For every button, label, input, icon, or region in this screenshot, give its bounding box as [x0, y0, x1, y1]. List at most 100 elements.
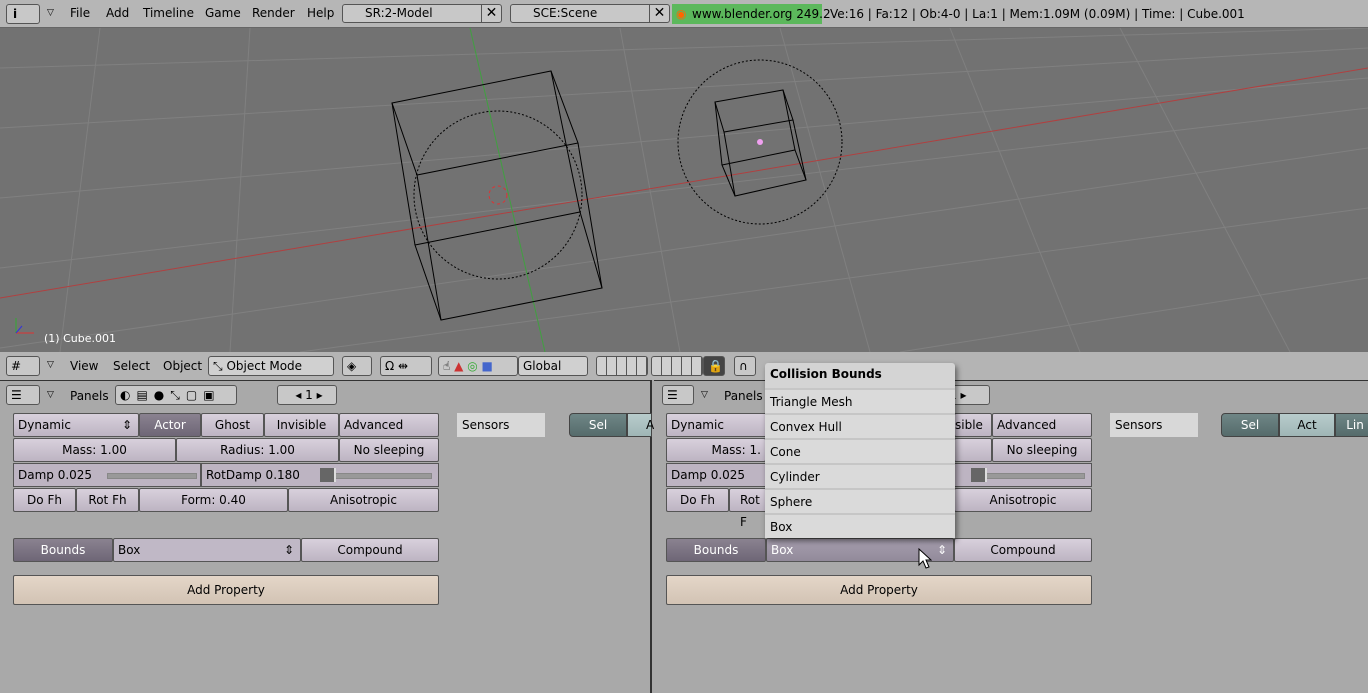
scene-selector[interactable]: SCE:Scene ✕ [510, 4, 670, 23]
layer-buttons[interactable] [651, 356, 703, 376]
menu-render[interactable]: Render [252, 6, 295, 20]
bounds-dropdown[interactable]: Box ⇕ [113, 538, 301, 562]
rot-fh-toggle[interactable]: Rot F [729, 488, 769, 529]
menu-select[interactable]: Select [113, 359, 150, 373]
scene-name: SCE:Scene [533, 6, 598, 20]
bounds-circle [413, 110, 583, 280]
3d-viewport[interactable]: (1) Cube.001 [0, 27, 1368, 353]
menu-timeline[interactable]: Timeline [143, 6, 194, 20]
close-icon[interactable]: ✕ [481, 5, 501, 22]
panels-menu[interactable]: Panels [70, 389, 109, 403]
sensors-link-toggle[interactable]: Lin [1335, 413, 1368, 437]
collapse-triangle-icon[interactable]: ▽ [701, 390, 708, 400]
advanced-button[interactable]: Advanced [339, 413, 439, 437]
slider-track [322, 473, 432, 479]
menu-file[interactable]: File [70, 6, 90, 20]
buttons-window-right: ☰ ▽ Panels 1 ▸ Dynamic sible Advanced Ma… [654, 380, 1368, 693]
menu-item-triangle-mesh[interactable]: Triangle Mesh [765, 388, 955, 413]
object-origin [757, 139, 763, 145]
do-fh-toggle[interactable]: Do Fh [13, 488, 76, 512]
physics-type-dropdown[interactable]: Dynamic ⇕ [13, 413, 139, 437]
editor-type-button[interactable]: ☰ [6, 385, 40, 405]
draw-type-button[interactable]: ◈ [342, 356, 372, 376]
frame-field[interactable]: ◂ 1 ▸ [277, 385, 337, 405]
orientation-label: Global [523, 359, 562, 373]
3d-cursor-icon [488, 185, 508, 205]
sensors-act-toggle[interactable]: A [627, 413, 654, 437]
sensors-act-toggle[interactable]: Act [1279, 413, 1335, 437]
radius-field[interactable]: Radius: 1.00 [176, 438, 339, 462]
form-field[interactable]: Form: 0.40 [139, 488, 288, 512]
bounds-value: Box [771, 543, 794, 557]
mass-field[interactable]: Mass: 1.00 [13, 438, 176, 462]
add-property-button[interactable]: Add Property [666, 575, 1092, 605]
info-icon[interactable]: i [6, 4, 40, 24]
manipulator-buttons[interactable]: ☝ ▲ ◎ ■ [438, 356, 518, 376]
menu-object[interactable]: Object [163, 359, 202, 373]
orientation-selector[interactable]: Global [518, 356, 588, 376]
ghost-toggle[interactable]: Ghost [201, 413, 264, 437]
rotdamp-slider[interactable]: RotDamp 0.180 [201, 463, 439, 487]
scene-stats: Ve:16 | Fa:12 | Ob:4-0 | La:1 | Mem:1.09… [830, 7, 1245, 21]
y-axis-line [469, 27, 546, 353]
axis-gizmo-icon [15, 318, 34, 334]
add-property-button[interactable]: Add Property [13, 575, 439, 605]
collapse-triangle-icon[interactable]: ▽ [47, 390, 54, 400]
menu-add[interactable]: Add [106, 6, 129, 20]
slider-knob[interactable] [971, 468, 987, 482]
editor-type-button[interactable]: # [6, 356, 40, 376]
actor-toggle[interactable]: Actor [139, 413, 201, 437]
mass-field[interactable]: Mass: 1. [666, 438, 766, 462]
x-axis-line [0, 67, 1368, 299]
lock-icon[interactable]: 🔒 [703, 356, 725, 376]
close-icon[interactable]: ✕ [649, 5, 669, 22]
damp-slider[interactable]: Damp 0.025 [13, 463, 201, 487]
buttons-window-left: ☰ ▽ Panels ◐▤●⤡▢▣ ◂ 1 ▸ Dynamic ⇕ Actor G… [0, 380, 654, 693]
rot-fh-toggle[interactable]: Rot Fh [76, 488, 139, 512]
anisotropic-toggle[interactable]: Anisotropic [954, 488, 1092, 512]
menu-item-convex-hull[interactable]: Convex Hull [765, 413, 955, 438]
editor-type-button[interactable]: ☰ [662, 385, 694, 405]
invisible-toggle[interactable]: sible [954, 413, 992, 437]
slider-knob[interactable] [320, 468, 336, 482]
screen-selector[interactable]: SR:2-Model ✕ [342, 4, 502, 23]
updown-icon: ⇕ [121, 418, 132, 432]
menu-item-cone[interactable]: Cone [765, 438, 955, 463]
object-mode-icon: ⤡ [213, 359, 223, 373]
bounds-toggle[interactable]: Bounds [13, 538, 113, 562]
viewport-header: # ▽ View Select Object ⤡ Object Mode ◈ Ω… [0, 352, 1368, 380]
advanced-button[interactable]: Advanced [992, 413, 1092, 437]
invisible-toggle[interactable]: Invisible [264, 413, 339, 437]
updown-icon: ⇕ [283, 543, 294, 557]
menu-item-box[interactable]: Box [765, 513, 955, 538]
do-fh-toggle[interactable]: Do Fh [666, 488, 729, 512]
menu-item-cylinder[interactable]: Cylinder [765, 463, 955, 488]
panels-menu[interactable]: Panels [724, 389, 763, 403]
collapse-triangle-icon[interactable]: ▽ [47, 8, 54, 18]
menu-help[interactable]: Help [307, 6, 334, 20]
menu-game[interactable]: Game [205, 6, 241, 20]
no-sleeping-toggle[interactable]: No sleeping [339, 438, 439, 462]
sensors-sel-toggle[interactable]: Sel [569, 413, 627, 437]
context-tabs[interactable]: ◐▤●⤡▢▣ [115, 385, 237, 405]
collision-bounds-menu: Collision Bounds Triangle Mesh Convex Hu… [765, 363, 955, 538]
frame-value: 1 [305, 388, 313, 402]
snap-magnet-icon[interactable]: ∩ [734, 356, 756, 376]
mode-selector[interactable]: ⤡ Object Mode [208, 356, 334, 376]
damp-slider[interactable]: Damp 0.025 [666, 463, 766, 487]
anisotropic-toggle[interactable]: Anisotropic [288, 488, 439, 512]
sensors-sel-toggle[interactable]: Sel [1221, 413, 1279, 437]
menu-item-sphere[interactable]: Sphere [765, 488, 955, 513]
bounds-value: Box [118, 543, 141, 557]
rotdamp-slider[interactable] [954, 463, 1092, 487]
compound-toggle[interactable]: Compound [301, 538, 439, 562]
radius-field[interactable] [954, 438, 992, 462]
pivot-button[interactable]: Ω ⇹ [380, 356, 432, 376]
layer-buttons[interactable] [596, 356, 648, 376]
menu-view[interactable]: View [70, 359, 98, 373]
compound-toggle[interactable]: Compound [954, 538, 1092, 562]
collapse-triangle-icon[interactable]: ▽ [47, 360, 54, 370]
no-sleeping-toggle[interactable]: No sleeping [992, 438, 1092, 462]
slider-track [107, 473, 197, 479]
bounds-toggle[interactable]: Bounds [666, 538, 766, 562]
